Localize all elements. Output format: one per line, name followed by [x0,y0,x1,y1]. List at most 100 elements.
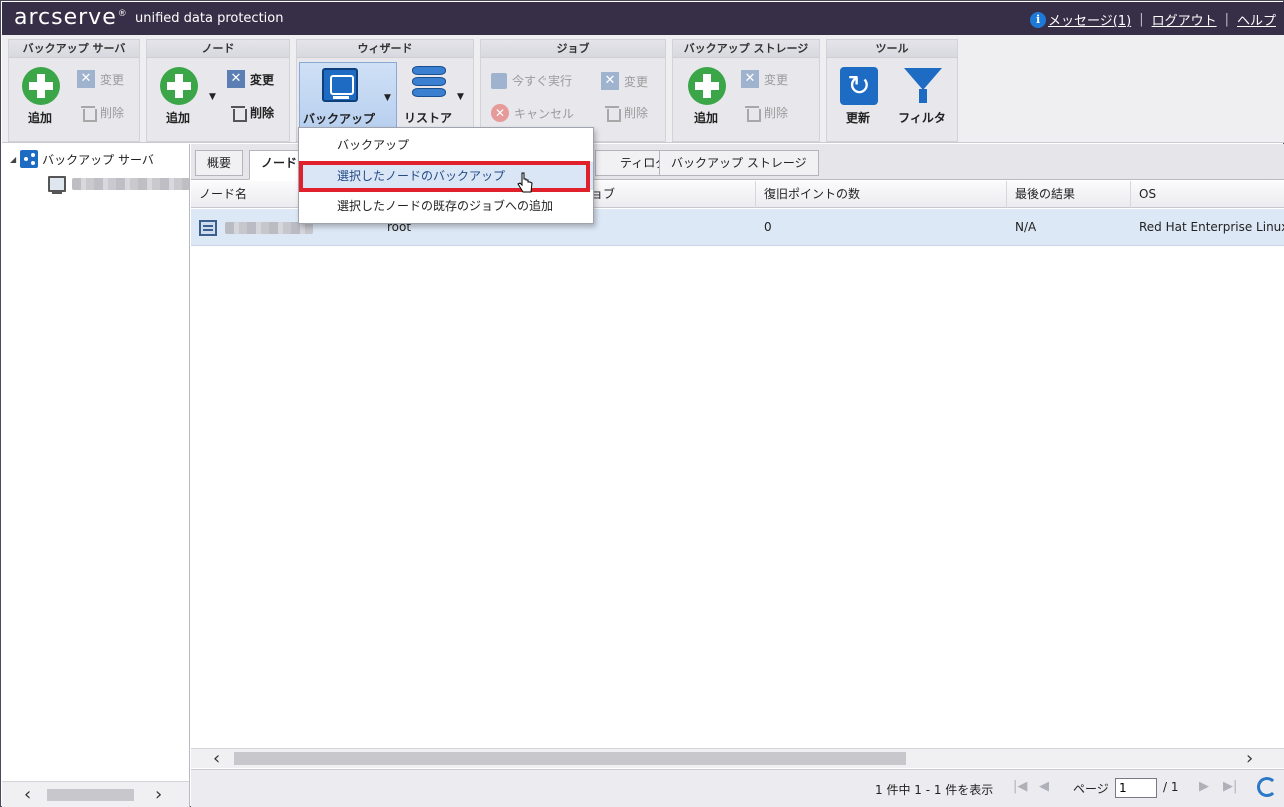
storage-delete-button[interactable]: 削除 [745,104,789,122]
next-page-icon[interactable]: ▶ [1199,779,1209,794]
scroll-left-icon[interactable]: ‹ [213,748,220,769]
button-label: 変更 [100,72,125,87]
group-backup-storage: バックアップ ストレージ 追加 ✕ 変更 削除 [672,39,820,142]
node-add-button[interactable]: 追加 [155,62,201,130]
menu-item-add-to-existing-job[interactable]: 選択したノードの既存のジョブへの追加 [299,192,593,220]
pager: 1 件中 1 - 1 件を表示 |◀ ◀ ページ / 1 ▶ ▶| [191,769,1284,807]
tree-horizontal-scrollbar[interactable]: ‹ › [2,781,189,807]
help-link[interactable]: ヘルプ [1237,10,1276,29]
backup-server-delete-button[interactable]: 削除 [81,104,125,122]
backup-dropdown-icon: ▼ [384,93,391,103]
job-run-now-button[interactable]: 今すぐ実行 [491,72,572,89]
trash-icon [745,105,761,122]
job-modify-button[interactable]: ✕ 変更 [601,72,648,90]
restore-dropdown-icon[interactable]: ▼ [457,92,464,102]
refresh-icon[interactable] [1257,777,1277,797]
page-total: / 1 [1163,780,1179,794]
button-label: 追加 [693,111,718,125]
hand-cursor-icon [517,172,533,193]
group-tools: ツール ↻ 更新 フィルタ [826,39,958,142]
scroll-thumb[interactable] [234,752,906,765]
column-recovery-points[interactable]: 復旧ポイントの数 [756,181,1007,208]
tab-summary[interactable]: 概要 [195,150,244,176]
filter-button[interactable]: フィルタ [898,62,946,130]
info-icon: i [1030,11,1047,28]
storage-modify-button[interactable]: ✕ 変更 [741,70,788,88]
separator: | [1139,12,1144,27]
button-label: 変更 [624,74,649,89]
messages-link-wrap[interactable]: i メッセージ(1) [1030,10,1131,29]
filter-icon [904,68,942,90]
button-label: 削除 [100,106,125,120]
cell-os: Red Hat Enterprise Linux [1139,220,1284,234]
edit-icon: ✕ [741,70,759,88]
server-group-icon [20,150,39,168]
trash-icon [231,105,247,122]
column-last-result[interactable]: 最後の結果 [1007,181,1131,208]
button-label: 削除 [250,106,275,120]
tab-backup-storage[interactable]: バックアップ ストレージ [659,150,819,176]
expand-arrow-icon[interactable]: ◢ [10,155,16,164]
job-delete-button[interactable]: 削除 [605,104,649,122]
wizard-backup-button[interactable]: バックアップ ▼ [299,62,397,132]
button-label: リストア [403,111,452,125]
add-icon [160,67,198,105]
app-frame: arcserve® unified data protection i メッセー… [0,0,1284,807]
tree-node-server[interactable] [48,176,190,194]
backup-server-add-button[interactable]: 追加 [17,62,63,130]
node-add-dropdown-icon[interactable]: ▼ [209,92,216,102]
button-label: 更新 [845,111,870,125]
scroll-thumb[interactable] [47,789,134,801]
refresh-button[interactable]: ↻ 更新 [835,62,881,130]
add-icon [22,67,60,105]
button-label: 変更 [764,72,789,87]
scroll-left-icon[interactable]: ‹ [24,784,31,805]
filter-icon-stem [919,89,927,103]
first-page-icon[interactable]: |◀ [1013,779,1027,794]
restore-icon [412,66,446,102]
prev-page-icon[interactable]: ◀ [1039,779,1049,794]
logout-link[interactable]: ログアウト [1152,10,1217,29]
top-links: i メッセージ(1) | ログアウト | ヘルプ [1030,10,1276,29]
messages-link[interactable]: メッセージ(1) [1048,10,1131,29]
button-label: 追加 [27,111,52,125]
button-label: バックアップ [302,112,375,126]
server-icon [199,219,217,236]
trash-icon [81,105,97,122]
edit-icon: ✕ [77,70,95,88]
page-input[interactable] [1115,778,1157,798]
button-label: 削除 [624,106,649,120]
menu-item-backup[interactable]: バックアップ [299,131,593,159]
ribbon-toolbar: バックアップ サーバ 追加 ✕ 変更 削除 ノード 追加 ▼ ✕ 変更 削除 ウ… [2,35,1284,143]
button-label: 変更 [250,72,275,87]
cell-last-result: N/A [1015,220,1037,234]
tree-root-backup-server[interactable]: ◢ バックアップ サーバ [10,150,154,168]
computer-icon [48,176,66,194]
column-os[interactable]: OS [1131,181,1284,208]
group-title: バックアップ サーバ [9,40,139,58]
pager-info: 1 件中 1 - 1 件を表示 [875,783,994,797]
backup-server-modify-button[interactable]: ✕ 変更 [77,70,124,88]
storage-add-button[interactable]: 追加 [683,62,729,130]
redacted-server-name [72,178,190,190]
wizard-restore-button[interactable]: リストア [404,62,452,130]
refresh-icon: ↻ [840,67,878,105]
brand-text: arcserve [14,5,117,30]
add-icon [688,67,726,105]
button-label: 削除 [764,106,789,120]
job-cancel-button[interactable]: ✕ キャンセル [491,104,574,122]
node-delete-button[interactable]: 削除 [231,104,275,122]
run-icon [491,72,507,89]
node-modify-button[interactable]: ✕ 変更 [227,70,274,88]
button-label: 今すぐ実行 [512,74,573,88]
server-tree: ◢ バックアップ サーバ ‹ › [2,144,190,807]
backup-icon [322,68,358,102]
tree-root-label: バックアップ サーバ [42,152,154,167]
product-name: unified data protection [135,11,284,26]
button-label: フィルタ [898,111,946,125]
grid-horizontal-scrollbar[interactable]: ‹ › [191,748,1284,769]
scroll-right-icon[interactable]: › [155,784,162,805]
scroll-right-icon[interactable]: › [1246,748,1253,769]
last-page-icon[interactable]: ▶| [1223,779,1237,794]
group-title: ツール [827,40,957,58]
